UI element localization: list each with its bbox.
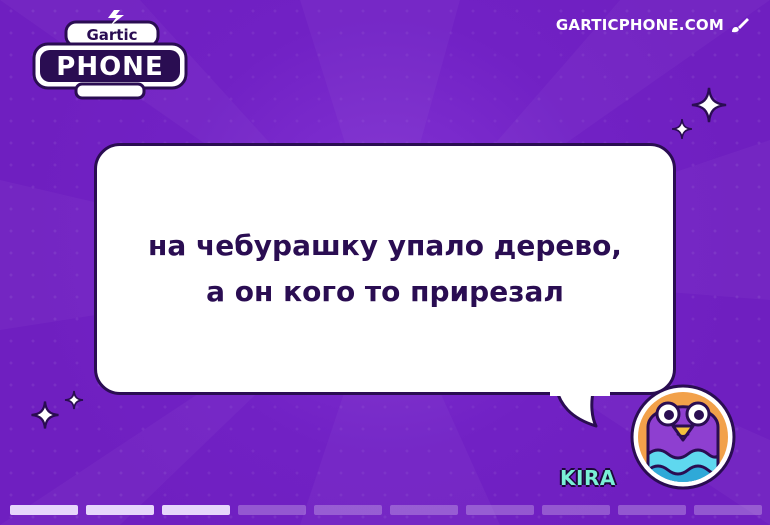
- progress-segment: [10, 505, 78, 515]
- sparkle-small-left: [64, 390, 84, 410]
- progress-segment: [542, 505, 610, 515]
- speech-bubble-tail: [550, 388, 610, 428]
- progress-segment: [86, 505, 154, 515]
- sparkle-large-left: [31, 401, 59, 429]
- player-name: KIRA: [560, 466, 616, 490]
- sparkle-small-top: [672, 119, 692, 139]
- sparkle-large-top: [691, 87, 727, 123]
- progress-segment: [694, 505, 762, 515]
- speech-bubble: на чебурашку упало дерево, а он кого то …: [94, 143, 676, 395]
- progress-segment: [314, 505, 382, 515]
- progress-segment: [238, 505, 306, 515]
- progress-segment: [162, 505, 230, 515]
- logo-bottom-text: PHONE: [56, 52, 163, 82]
- progress-segment: [390, 505, 458, 515]
- site-text: GARTICPHONE.COM: [555, 16, 724, 34]
- purple-bird-avatar: [630, 384, 736, 490]
- progress-segment: [618, 505, 686, 515]
- progress-segment: [466, 505, 534, 515]
- site-link[interactable]: GARTICPHONE.COM: [556, 16, 750, 34]
- brush-icon: [732, 18, 749, 33]
- round-progress: [10, 505, 762, 515]
- gartic-phone-logo: Gartic PHONE: [32, 10, 188, 100]
- bubble-text: на чебурашку упало дерево, а он кого то …: [148, 229, 622, 308]
- logo-top-text: Gartic: [86, 26, 137, 44]
